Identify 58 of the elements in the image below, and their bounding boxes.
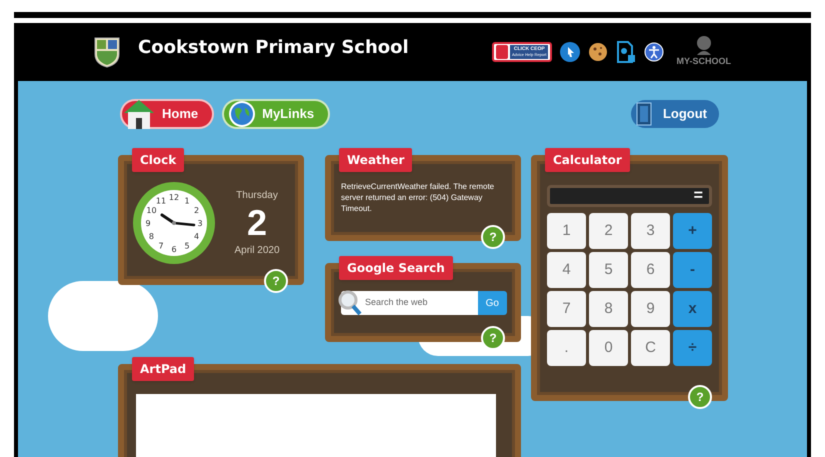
clock-numeral: 9	[145, 219, 151, 228]
search-field[interactable]: Search the web	[341, 291, 478, 315]
panel-title: Clock	[132, 148, 184, 172]
clock-numeral: 10	[146, 206, 157, 215]
month-year-text: April 2020	[234, 244, 280, 258]
panel-title: Calculator	[545, 148, 630, 172]
school-crest-icon	[94, 36, 120, 68]
calculator-key[interactable]: +	[673, 213, 712, 249]
calculator-key[interactable]: .	[547, 330, 586, 366]
home-button[interactable]: Home	[120, 99, 214, 129]
calculator-key[interactable]: 3	[631, 213, 670, 249]
clock-numeral: 1	[184, 196, 190, 206]
help-button[interactable]: ?	[481, 326, 505, 350]
calculator-key[interactable]: 6	[631, 252, 670, 288]
calculator-key[interactable]: -	[673, 252, 712, 288]
calculator-key[interactable]: 1	[547, 213, 586, 249]
clock-numeral: 6	[171, 245, 177, 254]
cursor-icon[interactable]	[560, 42, 580, 62]
clock-numeral: 2	[194, 206, 200, 215]
go-button[interactable]: Go	[478, 291, 507, 315]
equals-sign: =	[694, 188, 703, 204]
calculator-key[interactable]: 0	[589, 330, 628, 366]
clock-numeral: 8	[148, 232, 154, 241]
clock-numeral: 7	[158, 242, 164, 251]
calculator-key[interactable]: 2	[589, 213, 628, 249]
clock-numeral: 5	[184, 242, 190, 251]
accessibility-icon[interactable]	[644, 42, 664, 62]
clock-numeral: 3	[197, 219, 203, 228]
document-lock-icon[interactable]	[616, 41, 636, 63]
calculator-key[interactable]: x	[673, 291, 712, 327]
globe-icon	[228, 100, 256, 128]
panel-title: Google Search	[339, 256, 453, 280]
calculator-key[interactable]: 4	[547, 252, 586, 288]
calculator-key[interactable]: 9	[631, 291, 670, 327]
weather-error-message: RetrieveCurrentWeather failed. The remote server returned an error: (504) Gateway Timeout.	[340, 181, 496, 214]
weekday-text: Thursday	[236, 189, 278, 203]
calculator-key[interactable]: 5	[589, 252, 628, 288]
day-number: 2	[246, 203, 268, 243]
calculator-key[interactable]: 8	[589, 291, 628, 327]
help-button[interactable]: ?	[688, 385, 712, 409]
house-icon	[122, 98, 156, 130]
panel-title: ArtPad	[132, 357, 194, 381]
links-button[interactable]: MyLinks	[222, 99, 330, 129]
help-button[interactable]: ?	[264, 269, 288, 293]
logout-button[interactable]: Logout	[630, 100, 719, 128]
calculator-key[interactable]: ÷	[673, 330, 712, 366]
clock-numeral: 4	[194, 232, 200, 241]
calculator-key[interactable]: C	[631, 330, 670, 366]
panel-title: Weather	[339, 148, 412, 172]
search-icon	[337, 289, 363, 317]
clock-numeral: 12	[168, 193, 180, 202]
my-school-logo-text: MY-SCHOOL	[676, 55, 731, 68]
help-button[interactable]: ?	[481, 225, 505, 249]
calculator-key[interactable]: 7	[547, 291, 586, 327]
cookie-icon[interactable]	[588, 42, 608, 62]
school-name: Cookstown Primary School	[138, 36, 409, 60]
clock-numeral: 11	[156, 196, 166, 206]
search-input[interactable]: Search the web	[365, 296, 478, 310]
